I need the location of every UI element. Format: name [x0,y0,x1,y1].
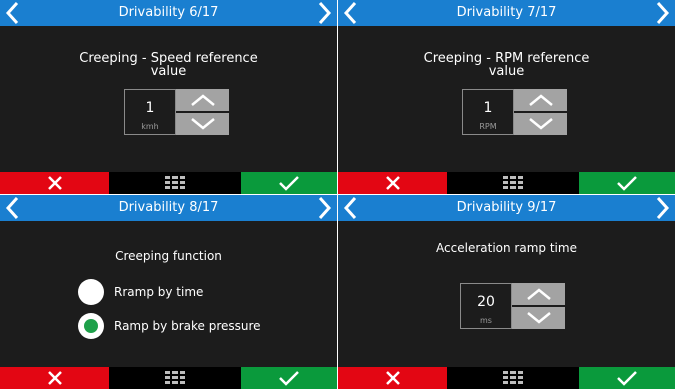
panel-content: Creeping function Rramp by time Ramp by … [0,221,337,367]
panel-content: Acceleration ramp time 20 ms [338,221,675,367]
parameter-label-line2: value [150,64,187,79]
panel-footer [338,172,675,194]
chevron-right-icon [656,1,670,25]
prev-page-button[interactable] [340,195,362,221]
radio-button-selected[interactable] [78,313,104,339]
decrement-button[interactable] [176,113,229,135]
next-page-button[interactable] [651,195,673,221]
prev-page-button[interactable] [340,0,362,26]
value-text: 1 [483,100,493,116]
drivability-panel-6: Drivability 6/17 Creeping - Speed refere… [0,0,337,194]
close-icon [385,176,400,190]
panel-footer [338,367,675,389]
chevron-down-icon [191,118,215,130]
grid-menu-icon [165,176,185,189]
close-icon [47,176,62,190]
page-title: Drivability 7/17 [456,5,557,20]
increment-button[interactable] [512,283,565,305]
chevron-right-icon [318,196,332,220]
unit-text: ms [480,316,492,325]
chevron-right-icon [656,196,670,220]
value-text: 20 [477,294,495,310]
value-display: 1 kmh [124,89,176,135]
panel-header: Drivability 7/17 [338,0,675,26]
prev-page-button[interactable] [2,195,24,221]
radio-button[interactable] [78,279,104,305]
chevron-up-icon [191,94,215,106]
menu-button[interactable] [109,172,241,194]
decrement-button[interactable] [514,113,567,135]
chevron-up-icon [527,288,551,300]
increment-button[interactable] [514,89,567,111]
unit-text: RPM [479,122,497,131]
checkmark-icon [617,176,637,191]
cancel-button[interactable] [338,172,447,194]
drivability-panel-7: Drivability 7/17 Creeping - RPM referenc… [338,0,675,194]
radio-selected-dot [84,319,98,333]
menu-button[interactable] [109,367,241,389]
checkmark-icon [617,371,637,386]
chevron-left-icon [343,1,357,25]
page-title: Drivability 9/17 [456,200,557,215]
value-display: 1 RPM [462,89,514,135]
next-page-button[interactable] [651,0,673,26]
unit-text: kmh [141,122,159,131]
next-page-button[interactable] [313,195,335,221]
parameter-label-line2: value [488,64,525,79]
decrement-button[interactable] [512,307,565,329]
checkmark-icon [279,371,299,386]
value-text: 1 [145,100,155,116]
page-title: Drivability 6/17 [118,5,219,20]
cancel-button[interactable] [338,367,447,389]
prev-page-button[interactable] [2,0,24,26]
radio-option-label: Rramp by time [114,285,204,299]
cancel-button[interactable] [0,367,109,389]
chevron-left-icon [343,196,357,220]
confirm-button[interactable] [241,367,337,389]
panel-content: Creeping - RPM reference value 1 RPM [338,26,675,172]
confirm-button[interactable] [579,172,675,194]
menu-button[interactable] [447,367,579,389]
panel-header: Drivability 6/17 [0,0,337,26]
drivability-panel-9: Drivability 9/17 Acceleration ramp time … [338,195,675,389]
chevron-left-icon [5,196,19,220]
chevron-left-icon [5,1,19,25]
panel-footer [0,367,337,389]
chevron-down-icon [529,118,553,130]
grid-menu-icon [165,371,185,384]
drivability-panel-8: Drivability 8/17 Creeping function Rramp… [0,195,337,389]
checkmark-icon [279,176,299,191]
radio-option-label: Ramp by brake pressure [114,319,261,333]
value-display: 20 ms [460,283,512,329]
parameter-label: Creeping function [115,249,222,263]
panel-footer [0,172,337,194]
chevron-right-icon [318,1,332,25]
next-page-button[interactable] [313,0,335,26]
parameter-label: Acceleration ramp time [436,241,577,255]
confirm-button[interactable] [241,172,337,194]
grid-menu-icon [503,176,523,189]
close-icon [385,371,400,385]
close-icon [47,371,62,385]
grid-menu-icon [503,371,523,384]
page-title: Drivability 8/17 [118,200,219,215]
menu-button[interactable] [447,172,579,194]
panel-header: Drivability 8/17 [0,195,337,221]
panel-header: Drivability 9/17 [338,195,675,221]
cancel-button[interactable] [0,172,109,194]
panel-content: Creeping - Speed reference value 1 kmh [0,26,337,172]
chevron-up-icon [529,94,553,106]
increment-button[interactable] [176,89,229,111]
chevron-down-icon [527,312,551,324]
confirm-button[interactable] [579,367,675,389]
